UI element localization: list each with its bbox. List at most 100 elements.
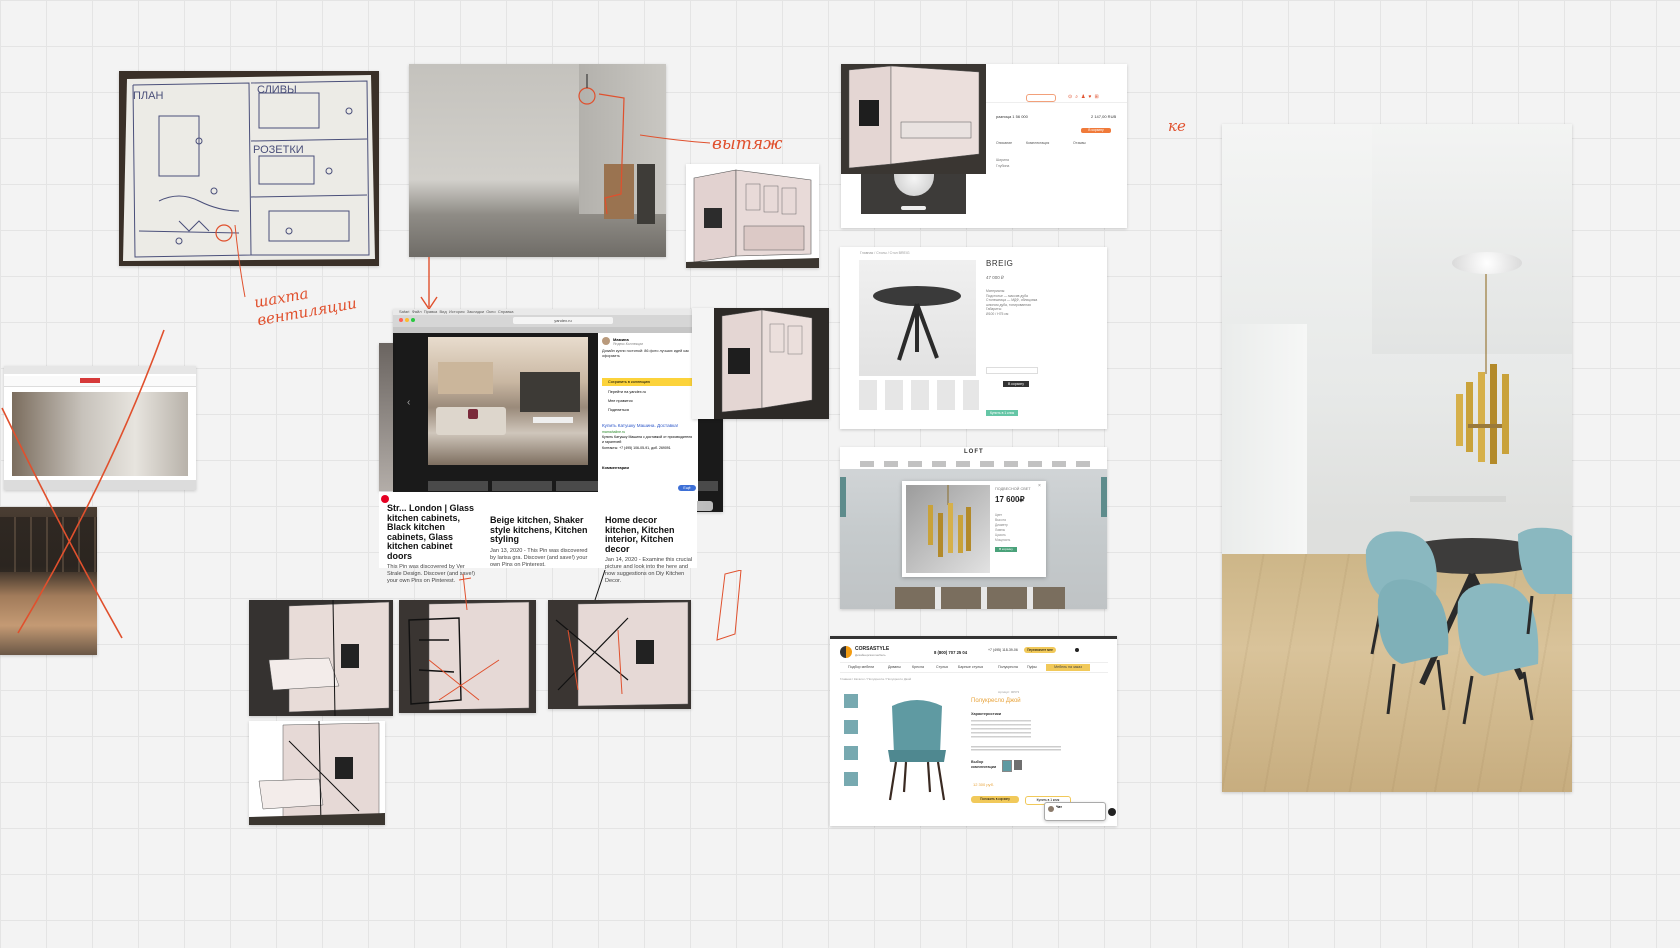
cart-icon[interactable] <box>1075 648 1079 652</box>
corsa-tagline: Дизайнерская мебель <box>855 653 886 657</box>
pinterest-logo-icon <box>381 495 389 503</box>
kitchen-render-top[interactable] <box>686 164 819 268</box>
loft-cart-button[interactable]: В корзину <box>995 547 1017 552</box>
shop-search[interactable] <box>1026 94 1056 102</box>
kitchen-render-dark-bg[interactable] <box>692 308 829 419</box>
ad-phone: Контакты: +7 (495) 106-05-91, доб. 26909… <box>602 446 671 450</box>
shop-tab-0[interactable]: Описание <box>996 141 1012 145</box>
arrow-down-annotation <box>420 257 438 311</box>
kitchen-render-drawing <box>686 164 819 268</box>
photo-caption-button[interactable] <box>901 206 926 210</box>
corsa-config-option-2[interactable] <box>1014 760 1022 770</box>
sketch-slivy-label: СЛИВЫ <box>257 84 297 96</box>
loft-pendant-lamp-page[interactable]: LOFT ПОДВЕСНОЙ СВЕТ 17 600₽ Цвет Высота … <box>840 447 1107 609</box>
round-table-drawing <box>873 286 961 361</box>
handwriting-top-right: ке <box>1168 117 1186 135</box>
shop-product-page-top[interactable]: ⊙⌕♟♥⊞ разница 1 56 000 2 147,00 RUB В ко… <box>841 64 1127 228</box>
loft-product-title: ПОДВЕСНОЙ СВЕТ <box>995 487 1031 491</box>
corsa-thumbnail-column[interactable] <box>844 694 858 798</box>
corsa-description <box>971 746 1061 751</box>
shop-header-icons[interactable]: ⊙⌕♟♥⊞ <box>1068 94 1102 100</box>
safari-yandex-screenshot[interactable]: Safari Файл Правка Вид История Закладки … <box>393 309 723 512</box>
rosette-photo <box>861 174 966 214</box>
corsa-logo[interactable]: CORSASTYLE <box>855 646 889 652</box>
dining-scene-drawing <box>1365 274 1572 725</box>
kitchen-render-sketch-1[interactable] <box>249 600 393 716</box>
ad-title-link[interactable]: Купить Катушку Машина. Доставка! <box>602 423 694 428</box>
yandex-side-panel: Мамина Яндекс.Коллекции Дизайн кухни гос… <box>598 333 698 503</box>
zoom-window-icon[interactable] <box>411 318 415 322</box>
side-source: Яндекс.Коллекции <box>613 342 644 346</box>
corsastyle-chair-page[interactable]: CORSASTYLE Дизайнерская мебель 8 (800) 7… <box>830 636 1117 826</box>
corsa-phone-2[interactable]: +7 (495) 118-39-06 <box>988 648 1018 652</box>
window-dark <box>520 372 580 412</box>
empty-room-photo[interactable] <box>409 64 666 257</box>
loft-side-tab-left[interactable] <box>840 477 846 517</box>
breig-thumbnails[interactable] <box>859 380 979 410</box>
close-icon[interactable]: × <box>1038 483 1041 489</box>
render-cabinet-bg <box>841 64 986 174</box>
corsa-phone[interactable]: 8 (800) 707 25 04 <box>934 650 967 655</box>
side-text: Дизайн кухни гостиной: 86 фото лучших ид… <box>602 349 689 358</box>
goto-site-link[interactable]: Перейти на yandex.ru <box>608 390 646 394</box>
ceiling-rosette <box>894 174 934 196</box>
breig-cart-button[interactable]: В корзину <box>1003 381 1029 387</box>
breig-breadcrumb[interactable]: Главная / Столы / Стол BREIG <box>860 251 910 255</box>
chat-avatar <box>1048 806 1054 812</box>
chat-toggle-icon[interactable] <box>1108 808 1116 816</box>
minimize-window-icon[interactable] <box>405 318 409 322</box>
breig-quick-buy-button[interactable]: Купить в 1 клик <box>986 410 1018 416</box>
avatar[interactable] <box>602 337 610 345</box>
more-button[interactable]: Ещё <box>678 485 696 491</box>
shop-tab-2[interactable]: Отзывы <box>1073 141 1086 145</box>
breig-table-product-page[interactable]: Главная / Столы / Стол BREIG BREIG 47 00… <box>840 247 1107 429</box>
handwriting-shakhta: шахта вентиляции <box>252 284 359 330</box>
corsa-sku: Артикул: 00573 <box>998 690 1020 694</box>
living-room-photo[interactable] <box>428 337 588 465</box>
ad-site[interactable]: mamahaline.ru <box>602 430 625 434</box>
red-sketch-annotations <box>458 570 742 641</box>
cross-out-mark <box>1 329 165 639</box>
kitchen-render-sketch-4[interactable] <box>249 721 385 825</box>
dining-room-render[interactable] <box>1222 124 1572 792</box>
close-window-icon[interactable] <box>399 318 403 322</box>
loft-nav[interactable] <box>860 461 1090 467</box>
corsa-breadcrumb[interactable]: Главная / Каталог / Полукресла / Полукре… <box>840 677 911 681</box>
corsa-main-image[interactable] <box>874 692 960 804</box>
loft-product-image[interactable] <box>906 485 990 573</box>
save-to-collection-button[interactable]: Сохранить в коллекцию <box>602 378 692 386</box>
breig-description: Материалы: Подстолье — массив дуба Столе… <box>986 289 1038 316</box>
corsa-characteristics-title: Характеристики <box>971 712 1002 716</box>
loft-product-modal: ПОДВЕСНОЙ СВЕТ 17 600₽ Цвет Высота Диаме… <box>902 481 1046 577</box>
cushion <box>468 409 478 419</box>
like-button[interactable]: Мне нравится <box>608 399 633 403</box>
loft-related-thumbnails[interactable] <box>895 587 1065 609</box>
corsa-add-to-cart-button[interactable]: Положить в корзину <box>971 796 1019 803</box>
pinterest-pins-strip: Str... London | Glass kitchen cabinets, … <box>379 492 697 584</box>
corsa-config-label: Выбор комплектации <box>971 760 997 769</box>
breig-title: BREIG <box>986 259 1014 268</box>
url-bar[interactable]: yandex.ru <box>513 317 613 324</box>
corsa-logo-icon[interactable] <box>840 646 852 658</box>
loft-side-tab-right[interactable] <box>1101 477 1107 517</box>
shop-tab-1[interactable]: Комплектация <box>1026 141 1049 145</box>
top-border <box>830 636 1117 639</box>
breig-option-select[interactable] <box>986 367 1038 374</box>
pin-2[interactable]: Beige kitchen, Shaker style kitchens, Ki… <box>490 515 590 569</box>
shop-buy-button[interactable]: В корзину <box>1081 128 1111 133</box>
corsa-chat-widget[interactable]: Чат <box>1044 802 1106 821</box>
wall-painting <box>438 362 493 394</box>
sketch-plan-label: ПЛАН <box>133 90 163 102</box>
shop-price-label: разница 1 56 000 <box>996 114 1028 119</box>
corsa-config-option-1[interactable] <box>1002 760 1012 772</box>
loft-logo[interactable]: LOFT <box>964 449 984 455</box>
corsa-characteristics-list <box>971 720 1031 740</box>
breig-main-image[interactable] <box>859 260 976 376</box>
teal-chair-drawing <box>888 700 946 801</box>
corsa-callback-button[interactable]: Перезвоните мне <box>1024 647 1056 653</box>
dining-table <box>533 417 573 423</box>
loft-specs: Цвет Высота Диаметр Лампы Цоколь Мощност… <box>995 513 1011 542</box>
share-button[interactable]: Поделиться <box>608 408 629 412</box>
pinterest-card-left-image[interactable] <box>379 343 393 491</box>
prev-arrow-icon[interactable]: ‹ <box>407 397 410 408</box>
